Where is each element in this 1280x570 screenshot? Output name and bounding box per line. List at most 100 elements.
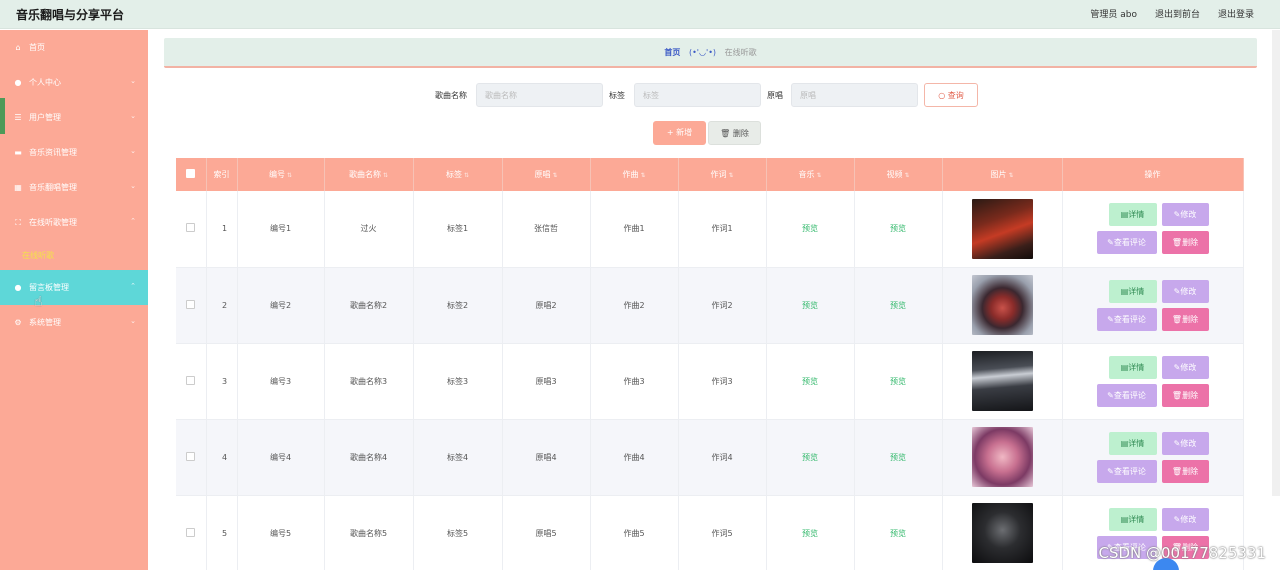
batch-delete-button[interactable]: 🗑 删除 <box>708 121 761 145</box>
singer-input[interactable]: 原唱 <box>791 83 918 107</box>
col-music-label: 音乐 <box>798 170 815 179</box>
page-scrollbar[interactable] <box>1272 30 1280 496</box>
sidebar-item-listening[interactable]: ⛶ 在线听歌管理 ⌃ <box>0 205 148 240</box>
row-code: 编号4 <box>237 419 325 496</box>
edit-button[interactable]: ✎ 修改 <box>1161 279 1209 303</box>
delete-button[interactable]: 🗑 删除 <box>1161 383 1209 407</box>
view-comments-button[interactable]: ✎ 查看评论 <box>1096 383 1157 407</box>
view-comments-button[interactable]: ✎ 查看评论 <box>1096 231 1157 255</box>
row-checkbox[interactable] <box>186 375 196 385</box>
table-row: 1 编号1 过火 标签1 张信哲 作曲1 作词1 预览 预览 ▤ 详情 ✎ 修改… <box>176 191 1244 268</box>
sidebar-item-users[interactable]: ☰ 用户管理 ⌄ <box>0 100 148 135</box>
view-comments-button[interactable]: ✎ 查看评论 <box>1096 307 1157 331</box>
detail-button[interactable]: ▤ 详情 <box>1108 507 1157 531</box>
col-code[interactable]: 编号 ⇅ <box>237 158 325 191</box>
music-preview-link[interactable]: 预览 <box>802 301 818 310</box>
cover-image[interactable] <box>971 351 1033 411</box>
music-preview-link[interactable]: 预览 <box>802 529 818 538</box>
songs-table: 索引 编号 ⇅ 歌曲名称 ⇅ 标签 ⇅ 原唱 ⇅ 作曲 ⇅ 作词 ⇅ 音乐 ⇅ 视频 ⇅ 图片 ⇅… <box>176 158 1244 570</box>
sidebar-item-home[interactable]: ⌂ 首页 <box>0 30 148 65</box>
row-checkbox[interactable] <box>186 299 196 309</box>
sidebar-item-news[interactable]: ▬ 音乐资讯管理 ⌄ <box>0 135 148 170</box>
sidebar-item-covers[interactable]: ▦ 音乐翻唱管理 ⌄ <box>0 170 148 205</box>
news-icon: ▬ <box>14 148 22 157</box>
row-code: 编号2 <box>237 267 325 344</box>
sidebar-item-system[interactable]: ⚙ 系统管理 ⌄ <box>0 305 148 340</box>
tag-input[interactable]: 标签 <box>634 83 761 107</box>
tag-label: 标签 <box>609 91 625 100</box>
music-preview-link[interactable]: 预览 <box>802 377 818 386</box>
edit-button[interactable]: ✎ 修改 <box>1161 355 1209 379</box>
delete-button[interactable]: 🗑 删除 <box>1161 307 1209 331</box>
col-image[interactable]: 图片 ⇅ <box>942 158 1063 191</box>
delete-button[interactable]: 🗑 删除 <box>1161 459 1209 483</box>
back-to-front-link[interactable]: 退出到前台 <box>1155 7 1200 20</box>
cover-image[interactable] <box>971 275 1033 335</box>
col-video-label: 视频 <box>886 170 903 179</box>
breadcrumb-home[interactable]: 首页 <box>664 48 680 57</box>
select-all-checkbox[interactable] <box>186 169 196 178</box>
logout-link[interactable]: 退出登录 <box>1218 7 1254 20</box>
video-preview-link[interactable]: 预览 <box>890 453 906 462</box>
breadcrumb-current: 在线听歌 <box>724 48 757 57</box>
sort-icon: ⇅ <box>382 172 389 179</box>
sidebar-subitem-listening[interactable]: 在线听歌 <box>0 240 148 270</box>
sidebar-item-profile[interactable]: ● 个人中心 ⌄ <box>0 65 148 100</box>
sidebar-item-label: 首页 <box>29 43 45 52</box>
row-music-cell: 预览 <box>766 343 855 420</box>
col-index: 索引 <box>206 158 238 191</box>
song-name-input[interactable]: 歌曲名称 <box>476 83 603 107</box>
trash-icon: 🗑 <box>1171 238 1183 248</box>
col-lyricist[interactable]: 作词 ⇅ <box>678 158 767 191</box>
row-image-cell <box>942 343 1063 420</box>
row-tag: 标签4 <box>413 419 503 496</box>
trash-icon: 🗑 <box>720 129 731 138</box>
edit-button[interactable]: ✎ 修改 <box>1161 431 1209 455</box>
video-preview-link[interactable]: 预览 <box>890 301 906 310</box>
add-button[interactable]: + 新增 <box>653 121 706 145</box>
delete-button[interactable]: 🗑 删除 <box>1161 231 1209 255</box>
row-checkbox[interactable] <box>186 223 196 233</box>
video-preview-link[interactable]: 预览 <box>890 529 906 538</box>
detail-button[interactable]: ▤ 详情 <box>1108 355 1157 379</box>
edit-button[interactable]: ✎ 修改 <box>1161 507 1209 531</box>
row-composer: 作曲2 <box>590 267 679 344</box>
row-lyricist: 作词1 <box>678 191 767 268</box>
row-checkbox[interactable] <box>186 527 196 537</box>
pencil-icon: ✎ <box>1107 314 1114 324</box>
row-index: 5 <box>206 495 238 570</box>
cover-image[interactable] <box>971 503 1033 563</box>
edit-label: 修改 <box>1180 438 1197 448</box>
video-preview-link[interactable]: 预览 <box>890 377 906 386</box>
col-composer[interactable]: 作曲 ⇅ <box>590 158 679 191</box>
detail-button[interactable]: ▤ 详情 <box>1108 279 1157 303</box>
row-composer: 作曲4 <box>590 419 679 496</box>
row-code: 编号5 <box>237 495 325 570</box>
select-all-cell <box>176 158 207 191</box>
sidebar-item-messages[interactable]: ● 留言板管理 ⌃ <box>0 270 148 305</box>
row-lyricist: 作词3 <box>678 343 767 420</box>
col-song[interactable]: 歌曲名称 ⇅ <box>324 158 414 191</box>
detail-button[interactable]: ▤ 详情 <box>1108 431 1157 455</box>
col-code-label: 编号 <box>268 170 285 179</box>
music-preview-link[interactable]: 预览 <box>802 224 818 233</box>
row-song: 歌曲名称4 <box>324 419 414 496</box>
pencil-icon: ✎ <box>1173 210 1181 220</box>
add-button-label: 新增 <box>676 128 693 137</box>
query-button[interactable]: ○ 查询 <box>924 83 978 107</box>
edit-button[interactable]: ✎ 修改 <box>1161 203 1209 227</box>
side-tab-handle[interactable] <box>0 98 5 134</box>
row-checkbox[interactable] <box>186 451 196 461</box>
music-preview-link[interactable]: 预览 <box>802 453 818 462</box>
col-music[interactable]: 音乐 ⇅ <box>766 158 855 191</box>
video-preview-link[interactable]: 预览 <box>890 224 906 233</box>
col-singer[interactable]: 原唱 ⇅ <box>502 158 591 191</box>
doc-icon: ▤ <box>1120 210 1129 220</box>
view-comments-label: 查看评论 <box>1113 314 1146 324</box>
cover-image[interactable] <box>971 427 1033 487</box>
detail-button[interactable]: ▤ 详情 <box>1108 203 1157 227</box>
col-tag[interactable]: 标签 ⇅ <box>413 158 503 191</box>
cover-image[interactable] <box>971 198 1033 259</box>
view-comments-button[interactable]: ✎ 查看评论 <box>1096 459 1157 483</box>
col-video[interactable]: 视频 ⇅ <box>854 158 943 191</box>
